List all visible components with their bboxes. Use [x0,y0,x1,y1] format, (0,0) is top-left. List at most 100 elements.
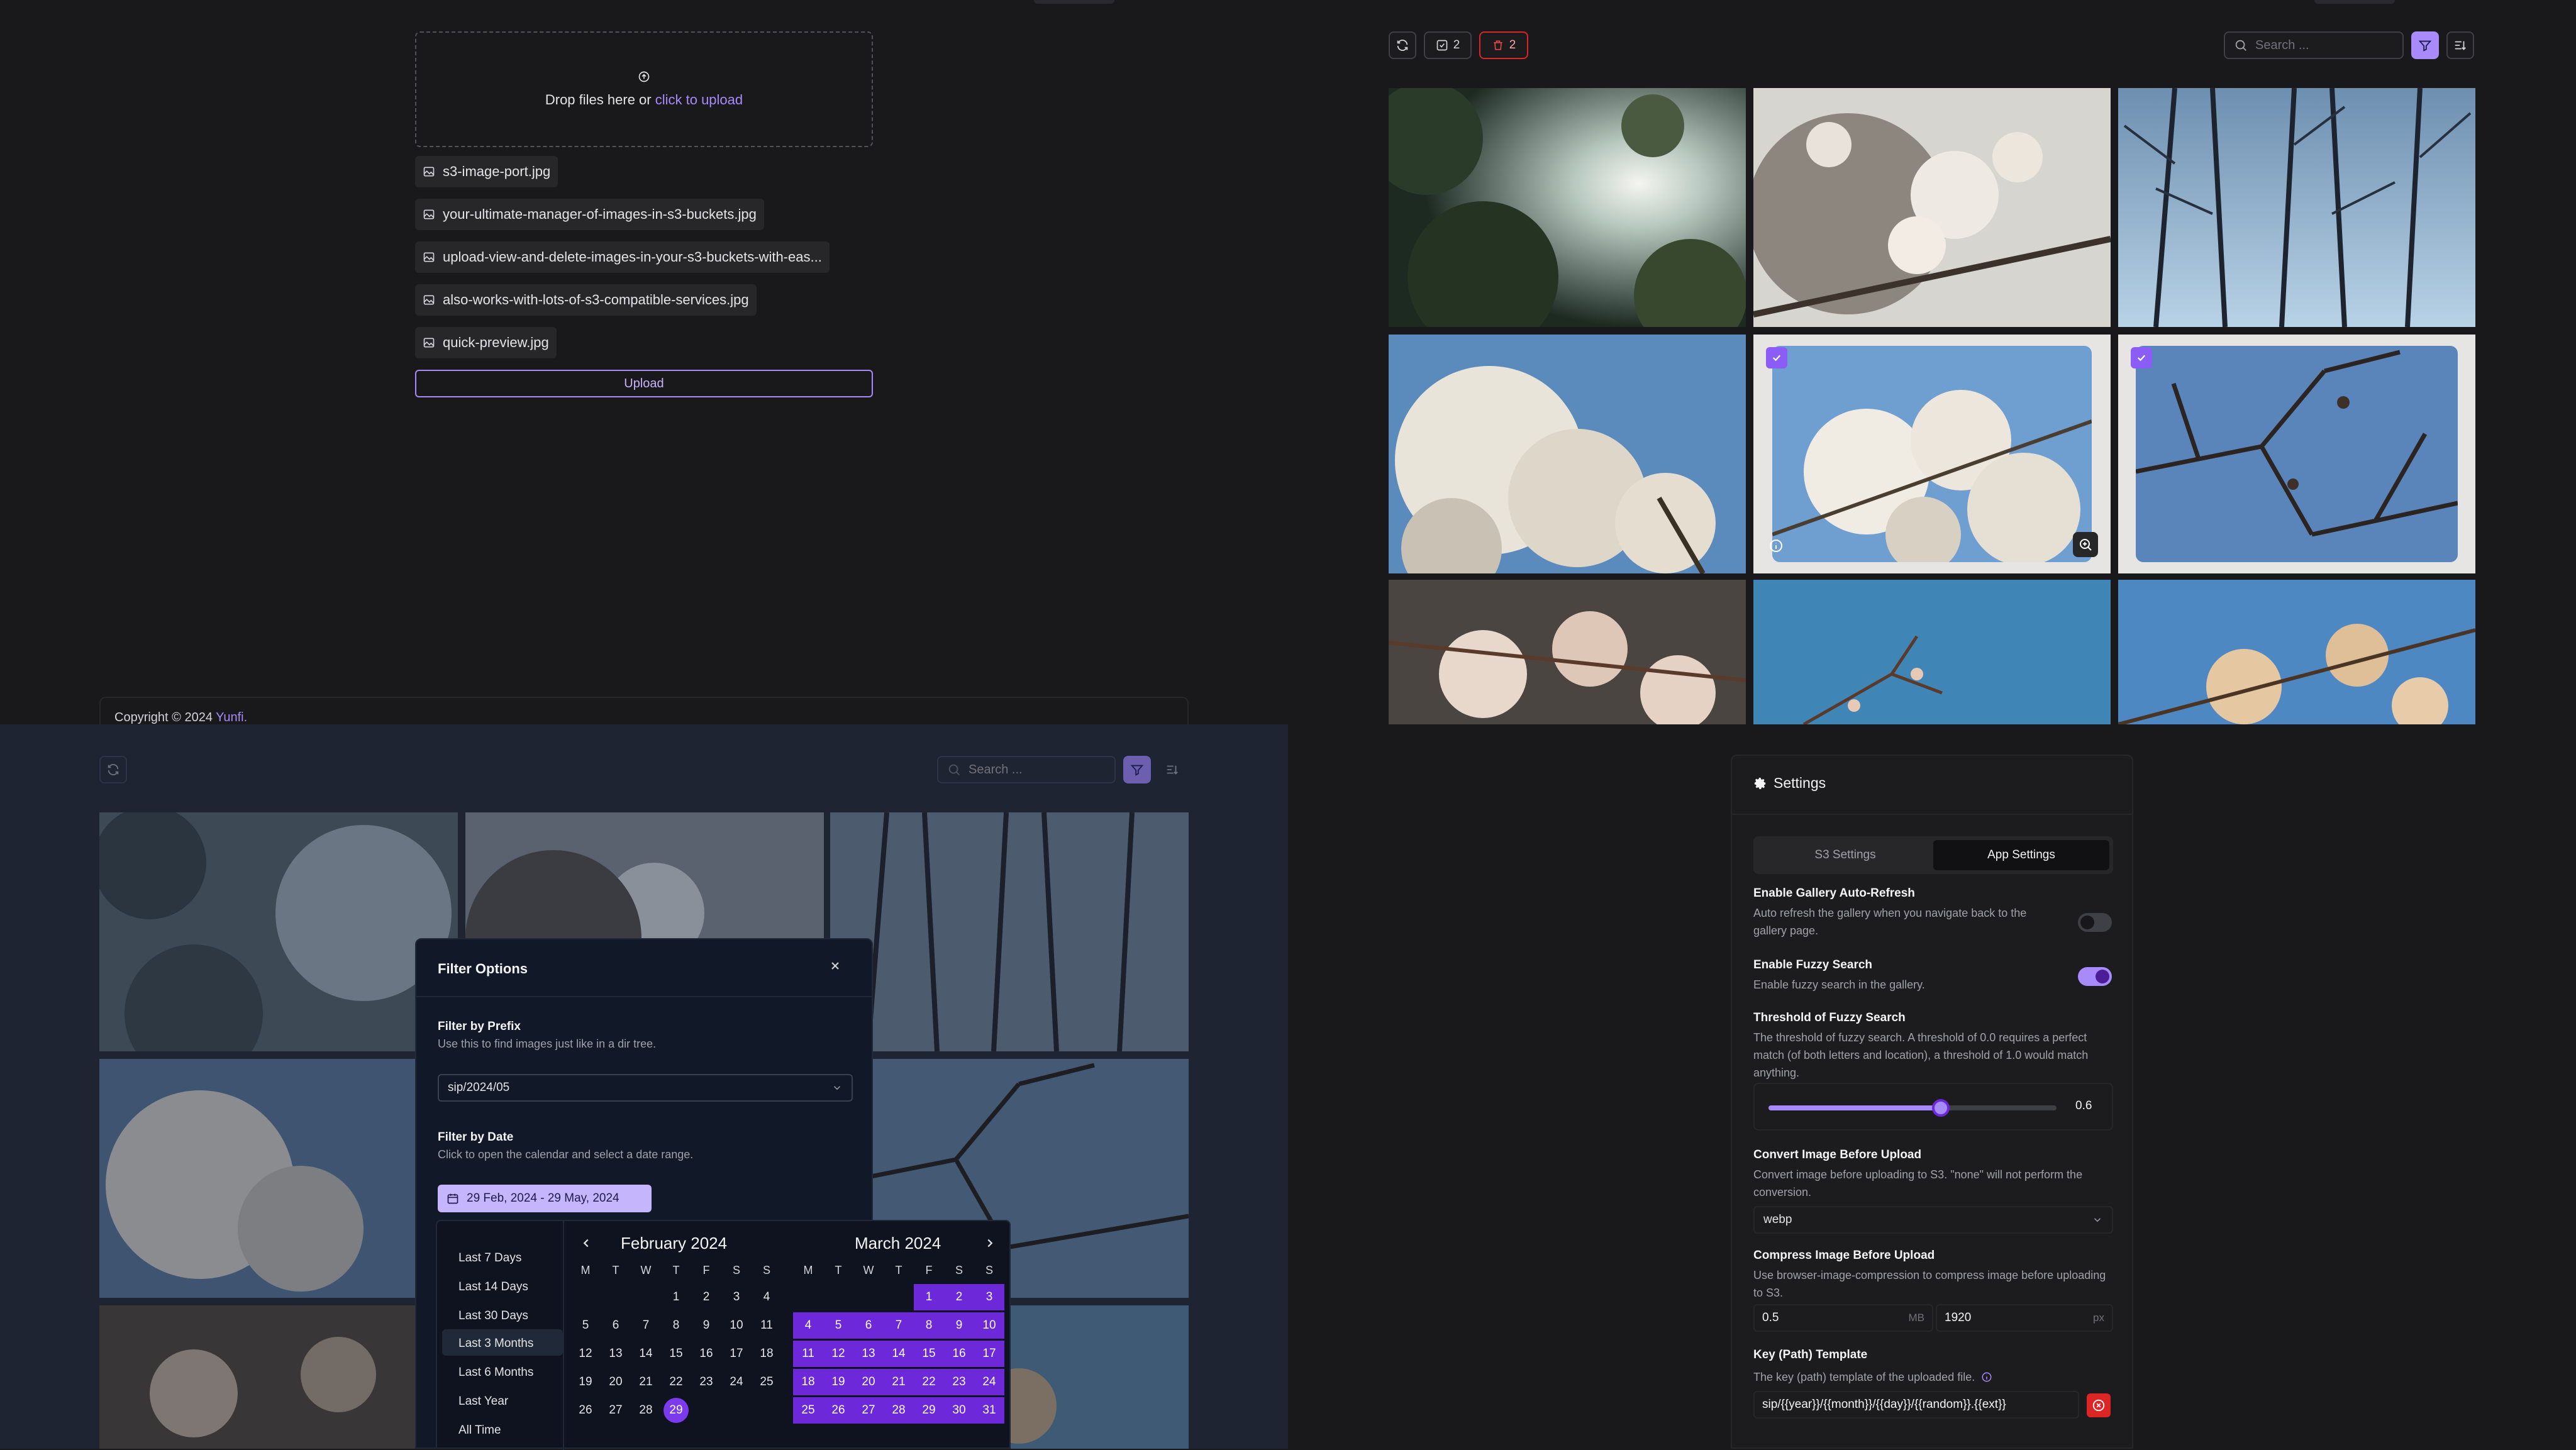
calendar-day-in-range[interactable]: 23 [944,1369,974,1395]
convert-format-select[interactable]: webp [1753,1206,2113,1234]
calendar-day-in-range[interactable]: 12 [823,1341,853,1367]
click-to-upload-link[interactable]: click to upload [655,92,743,108]
prev-month-button[interactable] [577,1234,596,1253]
filter-button[interactable] [1123,756,1151,783]
preset-last-7-days[interactable]: Last 7 Days [442,1244,563,1270]
gallery-image[interactable] [1389,580,1746,724]
calendar-day-in-range[interactable]: 7 [884,1312,914,1339]
calendar-day[interactable]: 7 [631,1312,661,1339]
close-button[interactable] [825,956,845,976]
search-input[interactable] [2254,37,2392,53]
reset-template-button[interactable] [2087,1393,2111,1417]
calendar-day-in-range[interactable]: 24 [974,1369,1004,1395]
select-button[interactable]: 2 [1424,31,1472,59]
max-dimension-input[interactable]: 1920 px [1936,1304,2113,1332]
checkbox-checked[interactable] [2131,347,2152,368]
gallery-image-selected[interactable] [1753,335,2111,573]
tab-app-settings[interactable]: App Settings [1933,840,2109,870]
refresh-button[interactable] [99,756,127,783]
calendar-day-in-range[interactable]: 11 [793,1341,823,1367]
brand-link[interactable]: Yunfi. [216,711,247,724]
calendar-day-in-range[interactable]: 27 [853,1397,884,1424]
calendar-day-in-range[interactable]: 25 [793,1397,823,1424]
calendar-day-in-range[interactable]: 8 [914,1312,944,1339]
preset-last-3-months[interactable]: Last 3 Months [442,1329,563,1356]
calendar-day[interactable]: 3 [721,1284,752,1310]
calendar-day[interactable]: 4 [752,1284,782,1310]
calendar-day-in-range[interactable]: 31 [974,1397,1004,1424]
calendar-day[interactable]: 9 [691,1312,721,1339]
preset-last-14-days[interactable]: Last 14 Days [442,1273,563,1299]
calendar-day[interactable]: 6 [601,1312,631,1339]
gallery-image[interactable] [1389,335,1746,573]
calendar-day-in-range[interactable]: 15 [914,1341,944,1367]
upload-button[interactable]: Upload [415,370,873,397]
calendar-day[interactable]: 19 [570,1369,601,1395]
calendar-day[interactable]: 14 [631,1341,661,1367]
calendar-day-in-range[interactable]: 14 [884,1341,914,1367]
calendar-day-in-range[interactable]: 3 [974,1284,1004,1310]
calendar-day[interactable]: 13 [601,1341,631,1367]
calendar-day[interactable]: 2 [691,1284,721,1310]
calendar-day-in-range[interactable]: 30 [944,1397,974,1424]
calendar-day-in-range[interactable]: 5 [823,1312,853,1339]
search-box[interactable] [937,756,1116,783]
calendar-day-in-range[interactable]: 28 [884,1397,914,1424]
checkbox-checked[interactable] [1766,347,1787,368]
calendar-day-in-range[interactable]: 13 [853,1341,884,1367]
calendar-day[interactable]: 10 [721,1312,752,1339]
prefix-select[interactable]: sip/2024/05 [438,1074,853,1102]
slider-thumb[interactable] [1932,1099,1950,1117]
calendar-day[interactable]: 16 [691,1341,721,1367]
calendar-day-in-range[interactable]: 20 [853,1369,884,1395]
filter-button[interactable] [2411,31,2439,59]
calendar-day-in-range[interactable]: 4 [793,1312,823,1339]
threshold-slider[interactable] [1768,1099,2057,1117]
upload-dropzone[interactable]: Drop files here or click to upload [415,31,873,147]
calendar-day[interactable]: 1 [661,1284,691,1310]
gallery-image[interactable] [1753,88,2111,327]
refresh-button[interactable] [1389,31,1416,59]
sort-button[interactable] [2446,31,2474,59]
calendar-day-in-range[interactable]: 6 [853,1312,884,1339]
calendar-day[interactable]: 5 [570,1312,601,1339]
gallery-image-selected[interactable] [2118,335,2475,573]
calendar-day[interactable]: 22 [661,1369,691,1395]
calendar-day[interactable]: 18 [752,1341,782,1367]
max-size-input[interactable]: 0.5 MB [1753,1304,1933,1332]
info-icon[interactable] [1768,538,1784,553]
calendar-day-in-range[interactable]: 9 [944,1312,974,1339]
key-template-input[interactable]: sip/{{year}}/{{month}}/{{day}}/{{random}… [1753,1391,2079,1419]
sort-button[interactable] [1158,756,1186,783]
calendar-day[interactable]: 15 [661,1341,691,1367]
calendar-day[interactable]: 23 [691,1369,721,1395]
calendar-day-in-range[interactable]: 21 [884,1369,914,1395]
calendar-day-in-range[interactable]: 22 [914,1369,944,1395]
calendar-day[interactable]: 20 [601,1369,631,1395]
preset-last-30-days[interactable]: Last 30 Days [442,1302,563,1328]
auto-refresh-toggle[interactable] [2078,913,2112,932]
delete-button[interactable]: 2 [1479,31,1528,59]
calendar-day[interactable]: 8 [661,1312,691,1339]
preset-last-year[interactable]: Last Year [442,1387,563,1414]
preset-last-6-months[interactable]: Last 6 Months [442,1358,563,1385]
calendar-day-in-range[interactable]: 18 [793,1369,823,1395]
calendar-day[interactable]: 28 [631,1397,661,1424]
search-box[interactable] [2224,31,2404,59]
next-month-button[interactable] [980,1234,999,1253]
calendar-day-selected[interactable]: 29 [661,1397,691,1424]
gallery-image[interactable] [2118,88,2475,327]
calendar-day-in-range[interactable]: 10 [974,1312,1004,1339]
gallery-image[interactable] [1753,580,2111,724]
fuzzy-search-toggle[interactable] [2078,967,2112,986]
calendar-day-in-range[interactable]: 19 [823,1369,853,1395]
calendar-day-in-range[interactable]: 2 [944,1284,974,1310]
calendar-day[interactable]: 24 [721,1369,752,1395]
calendar-day-in-range[interactable]: 26 [823,1397,853,1424]
preset-all-time[interactable]: All Time [442,1416,563,1442]
calendar-day[interactable]: 21 [631,1369,661,1395]
calendar-day[interactable]: 12 [570,1341,601,1367]
calendar-day[interactable]: 17 [721,1341,752,1367]
calendar-day-in-range[interactable]: 17 [974,1341,1004,1367]
calendar-day[interactable]: 27 [601,1397,631,1424]
